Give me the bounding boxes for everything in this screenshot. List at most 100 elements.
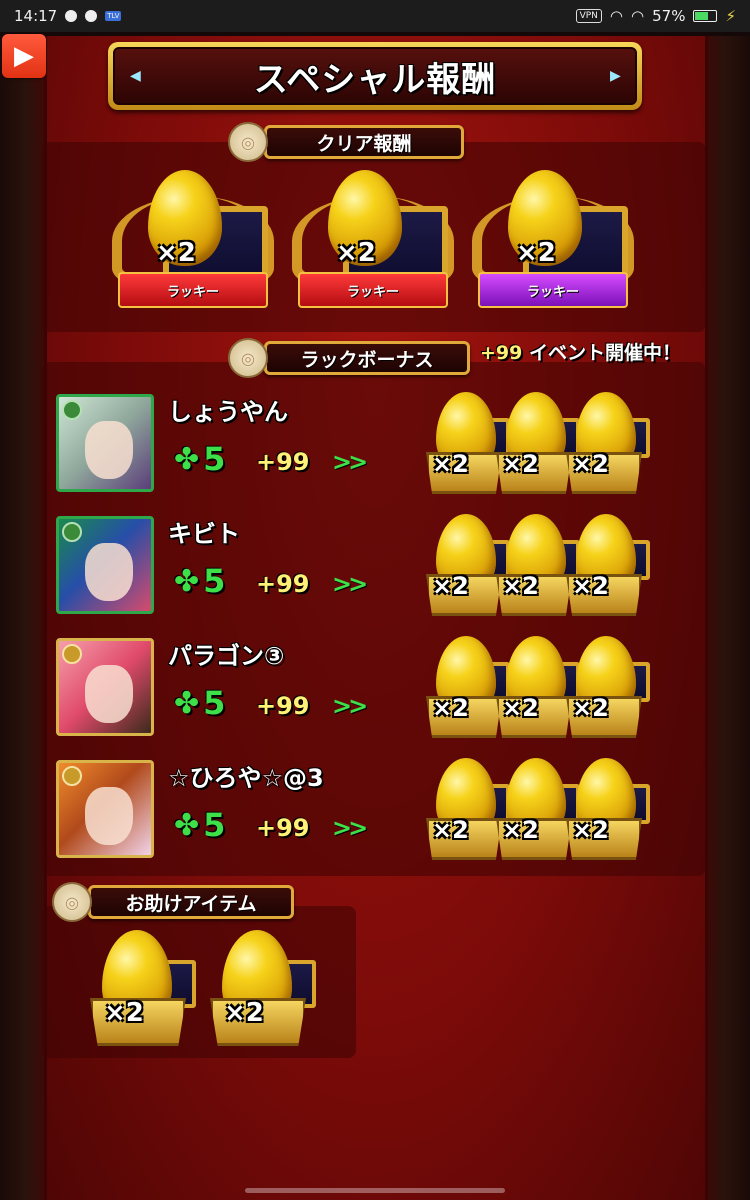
battery-percent: 57%: [652, 7, 686, 25]
clover-icon: ✤: [174, 807, 200, 843]
player-row[interactable]: キビト ✤ 5 +99 >> ×2 ×2 ×2: [56, 512, 696, 624]
reward-multiplier: ×2: [572, 694, 609, 722]
egg-reward: ×2: [496, 756, 580, 866]
status-time: 14:17: [14, 7, 58, 25]
luck-number: 5: [203, 684, 226, 722]
lucky-ribbon: ラッキー: [478, 272, 628, 308]
luck-value: ✤ 5: [174, 562, 225, 600]
player-row[interactable]: ☆ひろや☆@3 ✤ 5 +99 >> ×2 ×2 ×2: [56, 756, 696, 868]
reward-multiplier: ×2: [572, 816, 609, 844]
help-items-label: お助けアイテム: [88, 885, 294, 919]
media-icon: [65, 10, 78, 22]
reward-multiplier: ×2: [572, 572, 609, 600]
egg-reward: ×2: [566, 512, 650, 622]
egg-reward: ×2: [426, 756, 510, 866]
help-items-header: ◎ お助けアイテム: [52, 882, 294, 922]
avatar: [56, 394, 154, 492]
element-icon: [62, 644, 82, 664]
reward-multiplier: ×2: [432, 572, 469, 600]
bonus-value: +99: [256, 448, 310, 476]
bonus-value: +99: [256, 570, 310, 598]
character-portrait: [85, 787, 133, 845]
charging-icon: ⚡: [725, 7, 736, 25]
arrow-icon: >>: [332, 814, 368, 842]
status-bar: 14:17 TLV VPN ◠ ◠ 57% ⚡: [0, 0, 750, 32]
egg-reward: ×2: [496, 512, 580, 622]
avatar: [56, 760, 154, 858]
clover-icon: ✤: [174, 441, 200, 477]
reward-multiplier: ×2: [502, 694, 539, 722]
wifi-icon: ◠: [609, 7, 624, 25]
player-row[interactable]: しょうやん ✤ 5 +99 >> ×2 ×2 ×2: [56, 390, 696, 502]
luck-bonus-label: ラックボーナス: [264, 341, 470, 375]
left-arrow-icon: ◀: [130, 68, 141, 84]
reward-multiplier: ×2: [502, 572, 539, 600]
reward-multiplier: ×2: [156, 238, 196, 268]
egg-reward: ×2: [496, 634, 580, 744]
lucky-ribbon: ラッキー: [298, 272, 448, 308]
medal-icon: ◎: [52, 882, 92, 922]
egg-reward: ×2: [426, 390, 510, 500]
reward-multiplier: ×2: [502, 450, 539, 478]
bonus-value: +99: [256, 814, 310, 842]
bonus-value: +99: [256, 692, 310, 720]
character-portrait: [85, 421, 133, 479]
arrow-icon: >>: [332, 448, 368, 476]
battery-icon: [693, 10, 718, 22]
element-icon: [62, 400, 82, 420]
egg-reward: ×2: [566, 634, 650, 744]
character-portrait: [85, 543, 133, 601]
luck-value: ✤ 5: [174, 806, 225, 844]
avatar: [56, 516, 154, 614]
notification-icon: [85, 10, 98, 22]
luck-number: 5: [203, 806, 226, 844]
clover-icon: ✤: [174, 563, 200, 599]
player-name: しょうやん: [168, 398, 288, 426]
clover-icon: ✤: [174, 685, 200, 721]
medal-icon: ◎: [228, 122, 268, 162]
reward-multiplier: ×2: [432, 816, 469, 844]
player-row[interactable]: パラゴン③ ✤ 5 +99 >> ×2 ×2 ×2: [56, 634, 696, 746]
reward-multiplier: ×2: [104, 998, 144, 1028]
character-portrait: [85, 665, 133, 723]
lucky-ribbon: ラッキー: [118, 272, 268, 308]
arrow-icon: >>: [332, 570, 368, 598]
clear-reward-item[interactable]: ×2 ラッキー: [468, 166, 638, 326]
event-text: イベント開催中！: [522, 342, 681, 364]
egg-reward: ×2: [426, 512, 510, 622]
reward-multiplier: ×2: [572, 450, 609, 478]
signal-icon: ◠: [631, 7, 645, 25]
element-icon: [62, 766, 82, 786]
reward-multiplier: ×2: [224, 998, 264, 1028]
player-name: パラゴン③: [168, 642, 285, 670]
egg-reward[interactable]: ×2: [210, 930, 316, 1050]
reward-multiplier: ×2: [336, 238, 376, 268]
event-plus: +99: [480, 342, 523, 364]
clear-reward-header: ◎ クリア報酬: [228, 122, 464, 162]
luck-bonus-header: ◎ ラックボーナス: [228, 338, 470, 378]
egg-reward[interactable]: ×2: [90, 930, 196, 1050]
reward-multiplier: ×2: [502, 816, 539, 844]
event-notice: +99 イベント開催中！: [480, 338, 681, 365]
egg-reward: ×2: [426, 634, 510, 744]
arrow-icon: >>: [332, 692, 368, 720]
reward-multiplier: ×2: [432, 694, 469, 722]
clear-reward-label: クリア報酬: [264, 125, 464, 159]
home-indicator[interactable]: [245, 1188, 505, 1193]
vpn-icon: VPN: [575, 9, 602, 23]
clear-reward-item[interactable]: ×2 ラッキー: [108, 166, 278, 326]
tlv-icon: TLV: [105, 11, 122, 21]
luck-value: ✤ 5: [174, 440, 225, 478]
reward-multiplier: ×2: [432, 450, 469, 478]
egg-reward: ×2: [496, 390, 580, 500]
right-arrow-icon: ▶: [610, 68, 621, 84]
right-frame: [706, 36, 750, 1200]
left-frame: [0, 36, 44, 1200]
page-title: スペシャル報酬: [253, 59, 497, 100]
clear-reward-item[interactable]: ×2 ラッキー: [288, 166, 458, 326]
egg-reward: ×2: [566, 756, 650, 866]
reward-multiplier: ×2: [516, 238, 556, 268]
help-items-box: ×2 ×2: [42, 906, 356, 1058]
player-name: キビト: [168, 520, 240, 548]
play-icon[interactable]: ▶: [2, 34, 46, 78]
